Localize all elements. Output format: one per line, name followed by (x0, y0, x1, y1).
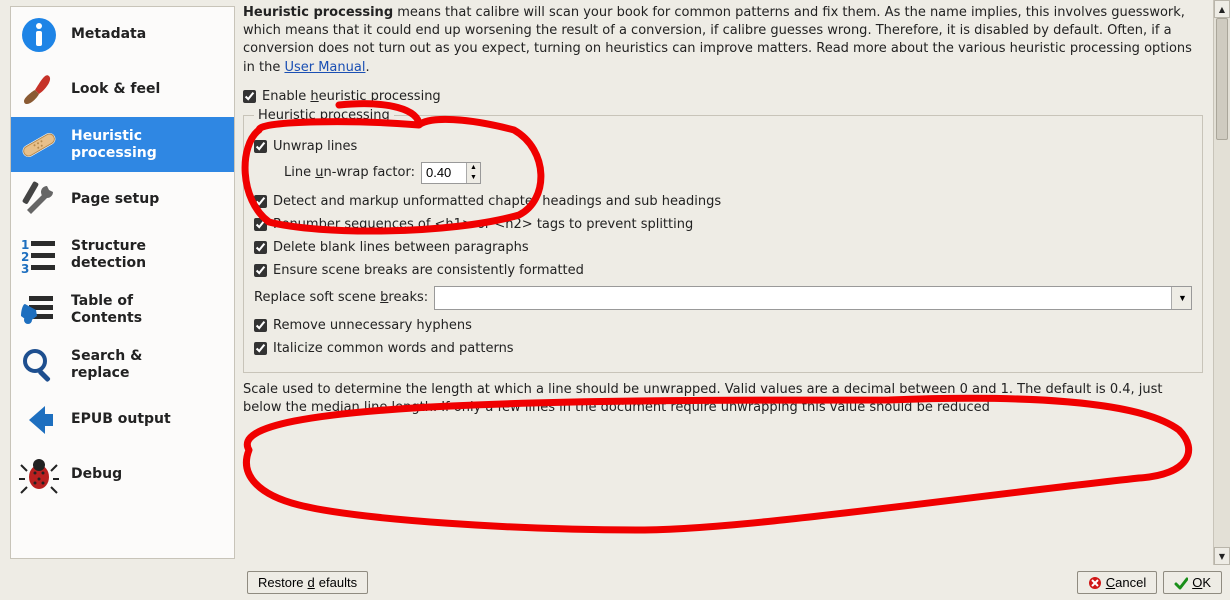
delete-blank-label: Delete blank lines between paragraphs (273, 240, 529, 255)
detect-chapters-label: Detect and markup unformatted chapter he… (273, 194, 721, 209)
detect-chapters-checkbox[interactable] (254, 195, 267, 208)
sidebar-item-look-feel[interactable]: Look & feel (11, 62, 234, 117)
scroll-thumb[interactable] (1216, 18, 1228, 140)
user-manual-link[interactable]: User Manual (284, 60, 365, 75)
scroll-up-button[interactable]: ▲ (1214, 0, 1230, 18)
heuristic-group: Heuristic processing Unwrap lines Line u… (243, 108, 1203, 373)
toc-icon (17, 288, 61, 332)
replace-breaks-combo[interactable]: ▼ (434, 286, 1192, 310)
sidebar-item-label: Debug (71, 466, 122, 483)
sidebar-item-label: Page setup (71, 191, 159, 208)
cancel-button[interactable]: Cancel (1077, 571, 1157, 594)
help-text: Scale used to determine the length at wh… (243, 381, 1203, 417)
sidebar-item-debug[interactable]: Debug (11, 447, 234, 502)
intro-text: Heuristic processing means that calibre … (243, 4, 1203, 77)
bug-icon (17, 453, 61, 497)
heuristic-group-legend: Heuristic processing (254, 108, 394, 123)
brush-icon (17, 68, 61, 112)
tools-icon (17, 178, 61, 222)
content-pane: Heuristic processing means that calibre … (239, 0, 1213, 565)
info-icon (17, 13, 61, 57)
sidebar: Metadata Look & feel Heuristic processin… (10, 6, 235, 559)
scroll-down-button[interactable]: ▼ (1214, 547, 1230, 565)
unwrap-lines-label: Unwrap lines (273, 139, 357, 154)
spin-up-button[interactable]: ▲ (467, 163, 480, 173)
italicize-checkbox[interactable] (254, 342, 267, 355)
remove-hyphens-checkbox[interactable] (254, 319, 267, 332)
sidebar-item-heuristic[interactable]: Heuristic processing (11, 117, 234, 172)
sidebar-item-label: Structure detection (71, 238, 146, 272)
scrollbar[interactable]: ▲ ▼ (1213, 0, 1230, 565)
ok-button[interactable]: OK (1163, 571, 1222, 594)
scene-breaks-checkbox[interactable] (254, 264, 267, 277)
button-bar: Restore defaults Cancel OK (0, 565, 1230, 600)
bandage-icon (17, 123, 61, 167)
sidebar-item-search-replace[interactable]: Search & replace (11, 337, 234, 392)
replace-breaks-input[interactable] (435, 287, 1171, 309)
renumber-checkbox[interactable] (254, 218, 267, 231)
sidebar-item-label: Heuristic processing (71, 128, 157, 162)
sidebar-item-label: Look & feel (71, 81, 160, 98)
remove-hyphens-label: Remove unnecessary hyphens (273, 318, 472, 333)
sidebar-item-structure[interactable]: 123 Structure detection (11, 227, 234, 282)
unwrap-factor-input[interactable] (422, 163, 466, 183)
delete-blank-checkbox[interactable] (254, 241, 267, 254)
scene-breaks-label: Ensure scene breaks are consistently for… (273, 263, 584, 278)
unwrap-factor-spin[interactable]: ▲ ▼ (421, 162, 481, 184)
sidebar-item-page-setup[interactable]: Page setup (11, 172, 234, 227)
numbered-list-icon: 123 (17, 233, 61, 277)
renumber-label: Renumber sequences of <h1> or <h2> tags … (273, 217, 693, 232)
restore-defaults-button[interactable]: Restore defaults (247, 571, 368, 594)
cancel-icon (1088, 576, 1102, 590)
magnifier-icon (17, 343, 61, 387)
replace-breaks-label: Replace soft scene breaks: (254, 290, 428, 305)
unwrap-factor-label: Line un-wrap factor: (284, 165, 415, 180)
replace-breaks-dropdown-button[interactable]: ▼ (1171, 287, 1191, 309)
unwrap-lines-checkbox[interactable] (254, 140, 267, 153)
sidebar-item-label: Table of Contents (71, 293, 142, 327)
sidebar-item-metadata[interactable]: Metadata (11, 7, 234, 62)
enable-heuristic-checkbox[interactable] (243, 90, 256, 103)
sidebar-item-epub-output[interactable]: EPUB output (11, 392, 234, 447)
sidebar-item-label: Search & replace (71, 348, 142, 382)
sidebar-item-label: EPUB output (71, 411, 171, 428)
ok-icon (1174, 576, 1188, 590)
sidebar-item-label: Metadata (71, 26, 146, 43)
sidebar-item-toc[interactable]: Table of Contents (11, 282, 234, 337)
enable-heuristic-label: Enable heuristic processing (262, 89, 441, 104)
spin-down-button[interactable]: ▼ (467, 173, 480, 183)
italicize-label: Italicize common words and patterns (273, 341, 514, 356)
arrow-left-icon (17, 398, 61, 442)
svg-text:3: 3 (21, 262, 29, 275)
